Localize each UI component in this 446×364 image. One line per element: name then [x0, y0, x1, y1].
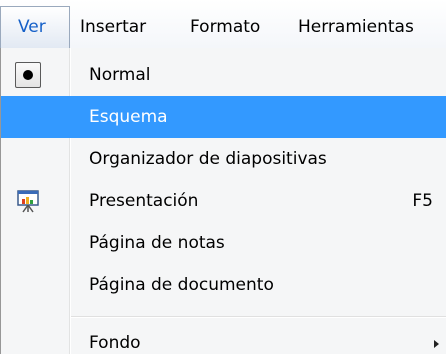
- menu-insertar[interactable]: Insertar: [80, 10, 146, 44]
- menu-item-pagina-documento-label: Página de documento: [89, 275, 274, 295]
- menu-item-presentacion-label: Presentación: [89, 191, 199, 211]
- menu-separator: [71, 316, 446, 318]
- menu-item-esquema[interactable]: Esquema: [1, 96, 446, 138]
- menu-item-pagina-notas[interactable]: Página de notas: [1, 222, 446, 264]
- slideshow-projector-icon: [15, 188, 41, 214]
- menu-item-organizador-label: Organizador de diapositivas: [89, 149, 327, 169]
- menu-item-presentacion[interactable]: Presentación F5: [1, 180, 446, 222]
- menu-item-fondo[interactable]: Fondo: [1, 322, 446, 364]
- menu-bar: Ver Insertar Formato Herramientas: [0, 0, 446, 49]
- menu-ver[interactable]: Ver: [0, 6, 70, 48]
- menu-item-organizador[interactable]: Organizador de diapositivas: [1, 138, 446, 180]
- menu-item-normal[interactable]: Normal: [1, 54, 446, 96]
- radio-selected-icon: [15, 62, 41, 88]
- menu-herramientas[interactable]: Herramientas: [298, 10, 414, 44]
- submenu-arrow-icon: [434, 340, 439, 348]
- menu-formato[interactable]: Formato: [190, 10, 260, 44]
- menu-item-pagina-documento[interactable]: Página de documento: [1, 264, 446, 306]
- menu-item-esquema-label: Esquema: [89, 107, 168, 127]
- ver-dropdown-menu: Normal Esquema Organizador de diapositiv…: [0, 48, 446, 354]
- menu-item-pagina-notas-label: Página de notas: [89, 233, 225, 253]
- menu-item-fondo-label: Fondo: [89, 333, 141, 353]
- shortcut-f5: F5: [412, 191, 433, 211]
- menu-item-normal-label: Normal: [89, 65, 151, 85]
